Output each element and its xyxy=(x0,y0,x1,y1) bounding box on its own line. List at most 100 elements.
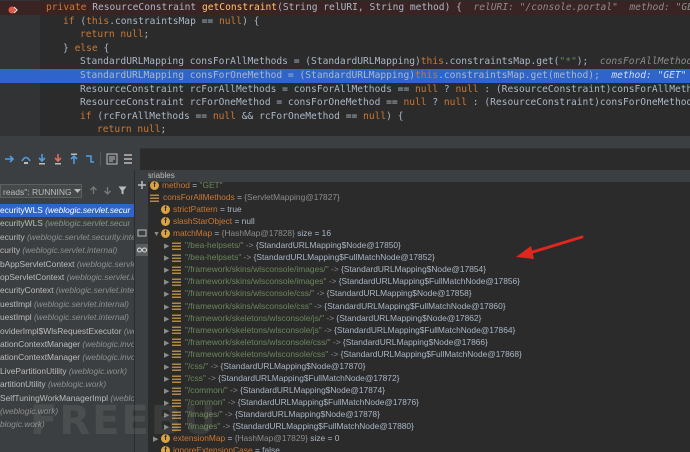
variable-row[interactable]: ▶ "/css" -> {StandardURLMapping$FullMatch… xyxy=(164,372,399,385)
map-arrow: -> xyxy=(330,336,343,347)
equals-sign: = xyxy=(252,445,263,452)
variable-row[interactable]: ▶ "/bea-helpsets" -> {StandardURLMapping$… xyxy=(164,251,435,264)
map-arrow: -> xyxy=(328,348,341,359)
map-arrow: -> xyxy=(222,408,235,419)
variable-row[interactable]: ▶ "/css/" -> {StandardURLMapping$Node@178… xyxy=(164,360,365,373)
arrow-down-icon[interactable] xyxy=(103,186,112,195)
field-icon: f xyxy=(161,446,170,452)
map-key: "/framework/skeletons/wlsconsole/js" xyxy=(185,324,322,335)
evaluate-expression-icon[interactable] xyxy=(106,153,118,165)
code-line[interactable]: } else { xyxy=(0,42,690,56)
force-step-into-icon[interactable] xyxy=(52,153,64,165)
add-watch-icon[interactable] xyxy=(137,180,147,190)
variable-row[interactable]: ▶ "/framework/skeletons/wlsconsole/js" ->… xyxy=(164,324,515,337)
stack-frame[interactable]: ecurityContext (weblogic.servlet.interna… xyxy=(0,284,134,297)
code-line[interactable]: private ResourceConstraint getConstraint… xyxy=(0,1,690,15)
map-arrow: -> xyxy=(328,264,342,275)
code-line[interactable]: return null; xyxy=(0,123,690,136)
stack-frame[interactable]: bAppServletContext (weblogic.servlet.int… xyxy=(0,258,134,271)
toolbar-divider xyxy=(100,152,101,166)
variable-row[interactable]: f slashStarObject = null xyxy=(153,215,255,228)
stack-frame[interactable]: ationContextManager (weblogic.invoc xyxy=(0,338,134,351)
code-token: return null xyxy=(97,124,161,136)
breakpoint-icon[interactable] xyxy=(8,5,18,15)
code-token: this xyxy=(420,56,444,68)
code-line[interactable]: if (rcForAllMethods == null && rcForOneM… xyxy=(0,110,690,124)
variable-row[interactable]: ▶ "/framework/skins/wlsconsole/images" ->… xyxy=(164,275,520,288)
variable-row[interactable]: f method = "GET" xyxy=(148,179,223,192)
map-value: {StandardURLMapping$Node@17878} xyxy=(234,408,380,419)
variable-row[interactable]: ▶ "/framework/skins/wlsconsole/images/" -… xyxy=(164,263,486,276)
map-arrow: -> xyxy=(205,372,219,383)
step-over-icon[interactable] xyxy=(20,153,32,165)
stack-frame[interactable]: curity (weblogic.servlet.internal) xyxy=(0,244,134,257)
stack-frame[interactable]: opServletContext (weblogic.servlet.inter… xyxy=(0,271,134,284)
variable-value: size = 0 xyxy=(310,433,340,444)
code-text: return null; xyxy=(80,28,149,42)
variable-row[interactable]: ▶ "/bea-helpsets/" -> {StandardURLMapping… xyxy=(164,239,401,252)
variable-name: method xyxy=(162,180,190,190)
variable-row[interactable]: ▶ "/framework/skins/wlsconsole/css/" -> {… xyxy=(164,287,472,300)
code-token: null xyxy=(455,83,485,95)
variable-row[interactable]: ▶ "/framework/skeletons/wlsconsole/css" -… xyxy=(164,348,522,361)
chevron-down-icon[interactable] xyxy=(74,188,81,194)
variable-row[interactable]: ▶ "/framework/skeletons/wlsconsole/css/" … xyxy=(164,336,488,349)
code-token: ; xyxy=(143,29,150,41)
show-execution-point-icon[interactable] xyxy=(4,153,16,165)
variable-row[interactable]: ▶ "/framework/skeletons/wlsconsole/js/" -… xyxy=(164,312,481,325)
watch-icon[interactable] xyxy=(137,228,147,238)
variable-row[interactable]: ▼consForAllMethods = {ServletMapping@178… xyxy=(148,191,340,204)
code-text: ResourceConstraint rcForOneMethod = cons… xyxy=(80,96,690,110)
variable-row[interactable]: f strictPattern = true xyxy=(153,203,242,216)
stack-frame[interactable]: uestImpl (weblogic.servlet.internal) xyxy=(0,311,134,324)
map-key: "/common/" xyxy=(185,384,228,395)
stack-frame[interactable]: oviderImpl$WlsRequestExecutor (weblogic.… xyxy=(0,325,134,338)
variable-type: {ServletMapping@17827} xyxy=(244,192,340,203)
code-line[interactable]: if (this.constraintsMap == null) { xyxy=(0,15,690,29)
variables-panel: Variables fmethod = "GET"▼consForAllMeth… xyxy=(148,170,690,452)
map-arrow: -> xyxy=(208,360,221,371)
map-entry-icon xyxy=(172,302,181,311)
variable-value: false xyxy=(262,445,280,452)
stack-frame[interactable]: ationContextManager (weblogic.invoc xyxy=(0,351,134,364)
code-token: ; xyxy=(160,124,167,136)
filter-icon[interactable] xyxy=(118,186,127,195)
step-out-icon[interactable] xyxy=(68,153,80,165)
stack-frame[interactable]: artitionUtility (weblogic.work) xyxy=(0,378,134,391)
variable-row[interactable]: ▼ f matchMap = {HashMap@17828} size = 16 xyxy=(153,227,331,240)
arrow-up-icon[interactable] xyxy=(89,186,98,195)
glasses-icon[interactable] xyxy=(136,244,148,256)
map-entry-icon xyxy=(172,314,181,323)
code-token: StandardURLMapping consForAllMethods = (… xyxy=(80,56,421,68)
variable-row[interactable]: ▶ "/framework/skins/wlsconsole/css" -> {S… xyxy=(164,300,506,313)
code-line[interactable]: ResourceConstraint rcForAllMethods = con… xyxy=(0,83,690,97)
expand-toggle-icon[interactable]: ▼ xyxy=(153,229,161,242)
stack-frame[interactable]: LivePartitionUtility (weblogic.work) xyxy=(0,365,134,378)
map-arrow: -> xyxy=(227,384,241,395)
code-line[interactable]: StandardURLMapping consForOneMethod = (S… xyxy=(0,69,690,83)
frame-method: ationContextManager xyxy=(0,352,83,363)
map-entry-icon xyxy=(172,374,181,383)
stack-frame[interactable]: ecurityWLS (weblogic.servlet.secur xyxy=(0,217,134,230)
code-line[interactable]: ResourceConstraint rcForOneMethod = cons… xyxy=(0,96,690,110)
stack-frame[interactable]: ecurity (weblogic.servlet.security.inter… xyxy=(0,231,134,244)
stack-frame[interactable]: ecurityWLS (weblogic.servlet.secur xyxy=(0,204,134,218)
stack-frame[interactable]: uestImpl (weblogic.servlet.internal) xyxy=(0,298,134,311)
equals-sign: = xyxy=(234,192,245,203)
frame-package: (weblogic.servlet.internal) xyxy=(76,258,134,269)
run-to-cursor-icon[interactable] xyxy=(84,153,96,165)
variable-row[interactable]: ▶ "/common/" -> {StandardURLMapping$Node@… xyxy=(164,384,385,397)
thread-selector[interactable]: reads": RUNNING xyxy=(0,184,82,198)
variable-name: ignoreExtensionCase xyxy=(173,445,253,452)
trace-current-stream-icon[interactable] xyxy=(122,153,134,165)
variable-row[interactable]: f ignoreExtensionCase = false xyxy=(153,444,280,452)
code-line[interactable]: StandardURLMapping consForAllMethods = (… xyxy=(0,55,690,69)
frame-method: ecurityContext xyxy=(0,285,56,296)
code-editor[interactable]: private ResourceConstraint getConstraint… xyxy=(0,0,690,136)
code-token: { xyxy=(103,42,110,54)
code-text: if (rcForAllMethods == null && rcForOneM… xyxy=(80,110,403,124)
field-icon: f xyxy=(161,217,170,227)
map-entry-icon xyxy=(172,290,181,299)
step-into-icon[interactable] xyxy=(36,153,48,165)
code-line[interactable]: return null; xyxy=(0,28,690,42)
